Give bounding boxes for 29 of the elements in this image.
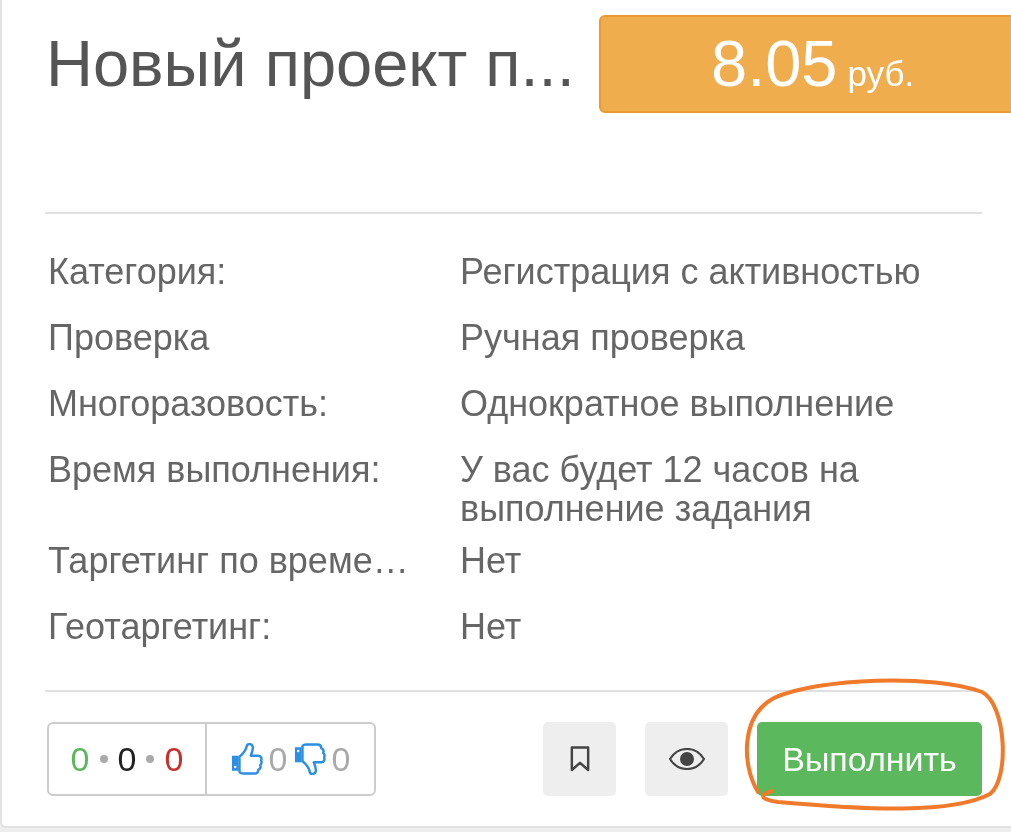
detail-value: У вас будет 12 часов на выполнение задания: [460, 450, 860, 528]
like-count: 0: [268, 739, 288, 779]
detail-value: Ручная проверка: [460, 318, 747, 357]
price-currency: руб.: [847, 54, 915, 94]
thumbs-down-icon: [293, 743, 326, 775]
dot-icon: [99, 755, 108, 763]
price-amount: 8.05: [711, 26, 838, 102]
detail-label: Многоразовость:: [47, 384, 329, 423]
detail-label: Таргетинг по време…: [47, 541, 410, 580]
bookmark-icon: [569, 746, 590, 772]
detail-label: Категория:: [47, 252, 228, 291]
detail-value: Регистрация с активностью: [460, 252, 922, 291]
detail-label: Проверка: [47, 318, 211, 357]
stat-count: 0: [70, 739, 90, 779]
dislike-count: 0: [331, 739, 351, 779]
perform-button[interactable]: Выполнить: [757, 722, 982, 796]
stat-count: 0: [117, 739, 137, 779]
stat-count: 0: [164, 739, 184, 779]
view-button[interactable]: [645, 722, 728, 796]
thumbs-up-icon: [230, 743, 263, 775]
detail-value: Однократное выполнение: [460, 384, 896, 423]
detail-value: Нет: [460, 541, 523, 580]
detail-label: Геотаргетинг:: [47, 607, 273, 646]
task-title: Новый проект п...: [45, 26, 576, 102]
detail-value: Нет: [460, 607, 523, 646]
bookmark-button[interactable]: [543, 722, 616, 796]
eye-icon: [668, 748, 705, 770]
detail-label: Время выполнения:: [47, 450, 382, 489]
dot-icon: [146, 755, 155, 763]
